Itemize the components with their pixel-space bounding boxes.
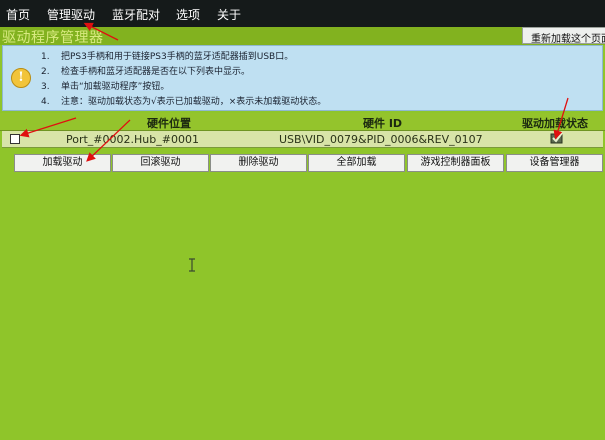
menu-item-manage-driver[interactable]: 管理驱动 [47, 6, 95, 23]
load-driver-button[interactable]: 加载驱动 [14, 154, 111, 172]
instruction-item: 3. 单击“加载驱动程序”按钮。 [41, 82, 170, 92]
instructions-list: 1. 把PS3手柄和用于链接PS3手柄的蓝牙适配器插到USB口。 2. 检查手柄和蓝… [41, 50, 326, 110]
instruction-item: 2. 检查手柄和蓝牙适配器是否在以下列表中显示。 [41, 67, 251, 77]
menu-item-options[interactable]: 选项 [176, 6, 200, 23]
menu-item-home[interactable]: 首页 [6, 6, 30, 23]
device-manager-button[interactable]: 设备管理器 [506, 154, 603, 172]
menu-item-about[interactable]: 关于 [217, 6, 241, 23]
text-cursor-icon [189, 258, 195, 272]
table-row[interactable]: Port_#0002.Hub_#0001 USB\VID_0079&PID_00… [2, 131, 603, 148]
hardware-location-cell: Port_#0002.Hub_#0001 [66, 133, 199, 146]
instruction-item: 1. 把PS3手柄和用于链接PS3手柄的蓝牙适配器插到USB口。 [41, 52, 294, 62]
page-title: 驱动程序管理器 [2, 30, 104, 46]
driver-loaded-check-icon [550, 132, 563, 144]
hardware-id-cell: USB\VID_0079&PID_0006&REV_0107 [279, 133, 483, 146]
delete-driver-button[interactable]: 删除驱动 [210, 154, 307, 172]
action-button-bar: 加载驱动 回滚驱动 删除驱动 全部加载 游戏控制器面板 设备管理器 [14, 154, 604, 172]
device-table-header: 硬件位置 硬件 ID 驱动加载状态 [0, 113, 605, 131]
info-icon: ! [11, 68, 31, 88]
menu-bar: 首页 管理驱动 蓝牙配对 选项 关于 [0, 0, 605, 28]
instruction-item: 4. 注意：驱动加载状态为√表示已加载驱动，×表示未加载驱动状态。 [41, 97, 327, 107]
menu-item-bluetooth-pair[interactable]: 蓝牙配对 [112, 6, 160, 23]
column-header-hardware-id[interactable]: 硬件 ID [363, 115, 402, 131]
reload-page-button[interactable]: 重新加载这个页面 [522, 27, 605, 44]
column-header-driver-status[interactable]: 驱动加载状态 [522, 115, 588, 131]
game-controller-panel-button[interactable]: 游戏控制器面板 [407, 154, 504, 172]
column-header-location[interactable]: 硬件位置 [147, 115, 191, 131]
load-all-button[interactable]: 全部加载 [308, 154, 405, 172]
instructions-panel: ! 1. 把PS3手柄和用于链接PS3手柄的蓝牙适配器插到USB口。 2. 检查手柄… [2, 45, 603, 111]
row-checkbox[interactable] [10, 134, 20, 144]
rollback-driver-button[interactable]: 回滚驱动 [112, 154, 209, 172]
